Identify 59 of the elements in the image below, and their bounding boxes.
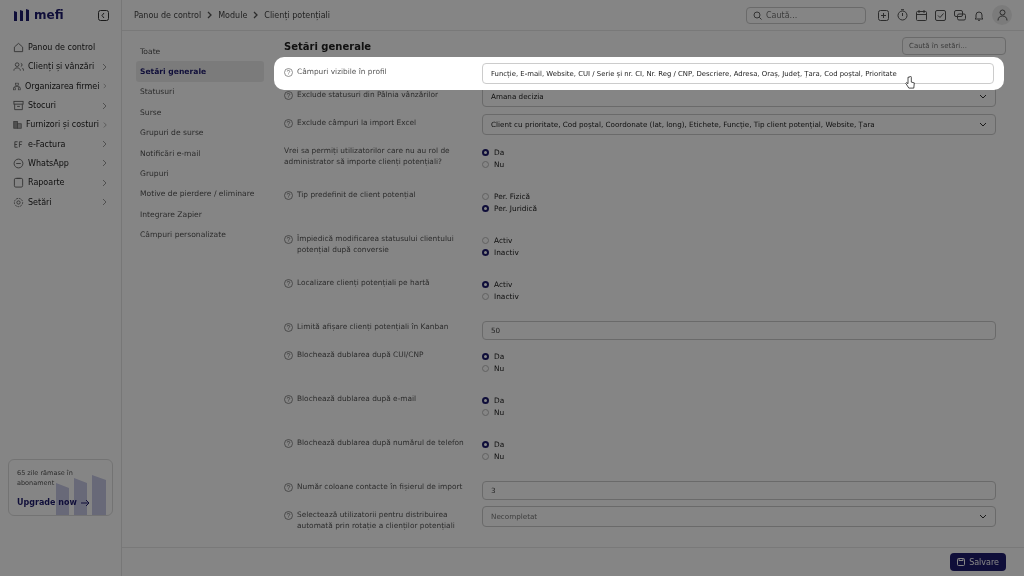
chevron-right-icon (102, 62, 107, 71)
radio-button[interactable] (482, 397, 489, 404)
chevron-right-icon (102, 198, 107, 206)
chevron-right-icon (102, 140, 107, 149)
sidebar-item[interactable]: Rapoarte (8, 173, 113, 193)
user-icon (996, 9, 1008, 21)
hierarchy-icon (13, 80, 21, 92)
search-field[interactable]: Caută... (746, 6, 866, 24)
sidebar-item[interactable]: Clienți și vânzări (8, 57, 113, 77)
ef-icon (13, 138, 24, 150)
clipboard-icon (13, 177, 24, 189)
search-icon (753, 10, 762, 20)
chevron-right-icon (207, 11, 213, 19)
checkbox-icon[interactable] (935, 9, 946, 21)
logo-icon (14, 9, 30, 21)
building-icon (13, 119, 22, 131)
section-title: Setări generale (284, 40, 372, 52)
collapse-icon[interactable] (98, 9, 109, 21)
radio-button[interactable] (482, 249, 489, 256)
upgrade-link[interactable]: Upgrade now (17, 498, 104, 507)
radio-button[interactable] (482, 281, 489, 288)
brand-name: mefi (34, 8, 64, 22)
breadcrumb-item[interactable]: Clienți potențiali (264, 10, 331, 20)
users-icon (13, 61, 24, 73)
sidebar-item[interactable]: e-Factura (8, 134, 113, 154)
radio-button[interactable] (482, 441, 489, 448)
sidebar-item[interactable]: Panou de control (8, 38, 113, 58)
chevron-right-icon (102, 120, 107, 129)
chevron-right-icon (102, 101, 107, 110)
box-icon (13, 100, 24, 112)
chevron-right-icon (253, 11, 259, 19)
arrow-right-icon (80, 498, 90, 507)
save-button[interactable]: Salvare (950, 553, 1006, 571)
save-icon (957, 558, 966, 566)
radio-button[interactable] (482, 353, 489, 360)
radio-button[interactable] (482, 149, 489, 156)
sidebar-item[interactable]: WhatsApp (8, 153, 113, 174)
chat-icon[interactable] (954, 9, 966, 21)
home-icon (13, 42, 24, 54)
chevron-right-icon (103, 82, 107, 91)
calendar-icon[interactable] (916, 9, 927, 21)
sidebar-item[interactable]: Organizarea firmei (8, 76, 113, 96)
gear-icon (13, 196, 24, 208)
chevron-right-icon (102, 178, 107, 187)
radio-button[interactable] (482, 205, 489, 212)
stopwatch-icon[interactable] (897, 9, 908, 21)
sidebar-item[interactable]: Furnizori și costuri (8, 115, 113, 135)
chat-icon (13, 157, 24, 169)
chevron-down-icon (979, 94, 987, 99)
sidebar-item[interactable]: Stocuri (8, 95, 113, 116)
bell-icon[interactable] (974, 9, 984, 21)
chevron-right-icon (102, 159, 107, 168)
chevron-down-icon (979, 514, 987, 519)
chevron-down-icon (979, 122, 987, 127)
avatar[interactable] (992, 5, 1012, 25)
breadcrumb-item[interactable]: Panou de control (134, 10, 202, 20)
breadcrumb-item[interactable]: Module (218, 10, 248, 20)
add-icon[interactable] (878, 9, 889, 21)
sidebar-item[interactable]: Setări (8, 192, 113, 212)
